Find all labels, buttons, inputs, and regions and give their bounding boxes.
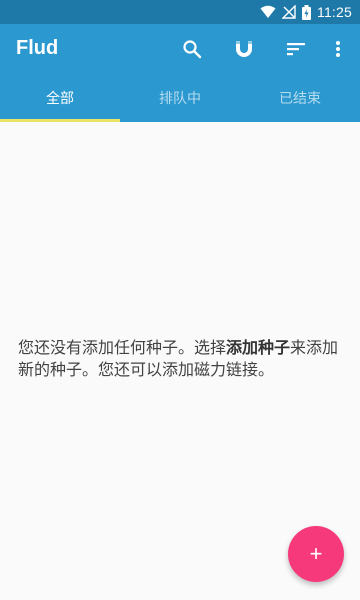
status-time: 11:25 bbox=[317, 4, 352, 20]
add-torrent-fab[interactable]: + bbox=[288, 526, 344, 582]
app-title: Flud bbox=[16, 37, 59, 59]
sort-button[interactable] bbox=[284, 37, 308, 61]
more-vert-icon bbox=[336, 41, 340, 57]
empty-text-before: 您还没有添加任何种子。选择 bbox=[18, 338, 227, 357]
magnet-icon bbox=[236, 41, 252, 57]
tab-label: 全部 bbox=[46, 91, 74, 107]
search-button[interactable] bbox=[180, 37, 204, 61]
status-bar: 11:25 bbox=[0, 0, 360, 24]
sort-icon bbox=[287, 43, 305, 56]
wifi-icon bbox=[260, 0, 276, 24]
search-icon bbox=[183, 40, 202, 59]
tab-finished[interactable]: 已结束 bbox=[240, 74, 360, 122]
empty-state-message: 您还没有添加任何种子。选择添加种子来添加新的种子。您还可以添加磁力链接。 bbox=[18, 337, 348, 381]
app-bar: Flud bbox=[0, 24, 360, 74]
add-magnet-button[interactable] bbox=[232, 37, 256, 61]
tab-queued[interactable]: 排队中 bbox=[120, 74, 240, 122]
battery-charging-icon bbox=[302, 0, 311, 24]
signal-off-icon bbox=[282, 0, 296, 24]
overflow-menu-button[interactable] bbox=[326, 37, 350, 61]
tab-all[interactable]: 全部 bbox=[0, 74, 120, 122]
add-torrent-highlight: 添加种子 bbox=[226, 338, 291, 357]
tab-label: 排队中 bbox=[159, 91, 201, 107]
plus-icon: + bbox=[309, 541, 323, 566]
tab-label: 已结束 bbox=[279, 91, 321, 107]
tab-bar: 全部 排队中 已结束 bbox=[0, 74, 360, 122]
